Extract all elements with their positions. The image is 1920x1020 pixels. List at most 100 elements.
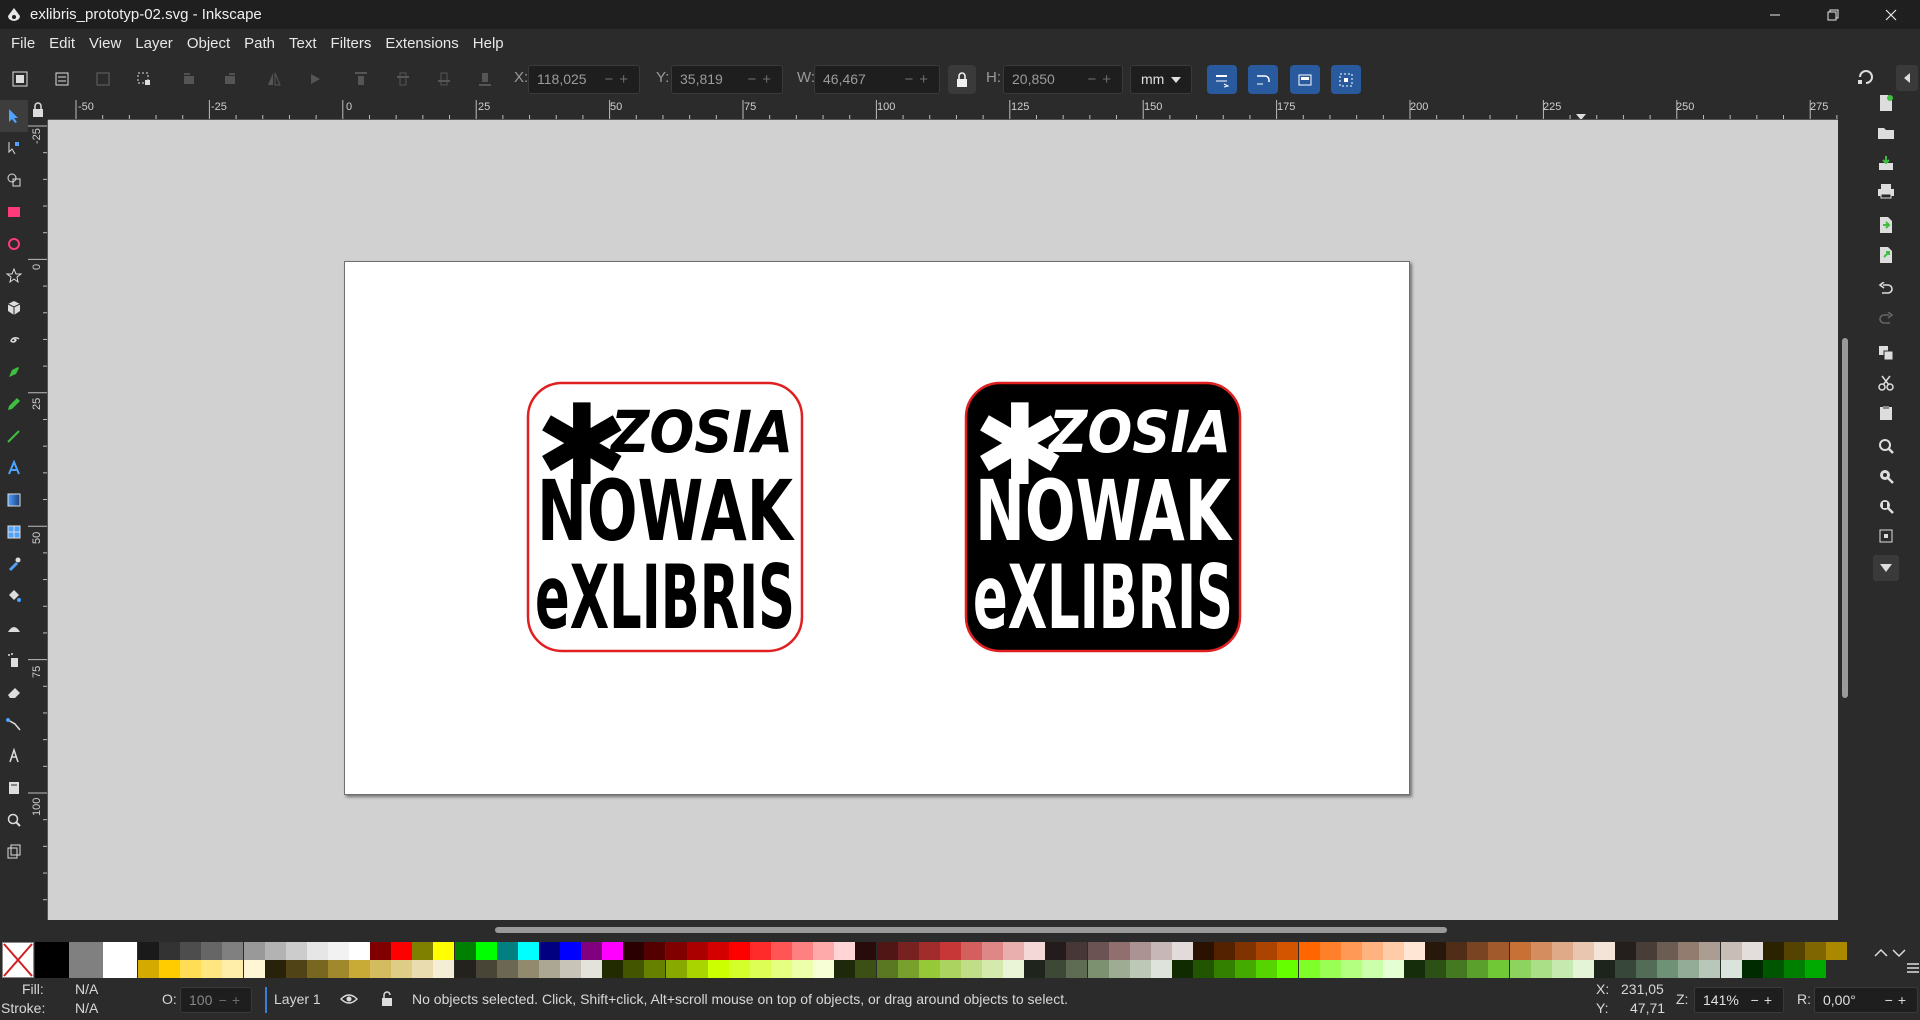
pages-tool[interactable]	[0, 772, 28, 804]
color-swatch[interactable]	[1593, 960, 1615, 978]
color-swatch[interactable]	[412, 942, 434, 960]
color-swatch[interactable]	[1720, 942, 1742, 960]
3d-box-tool[interactable]	[0, 292, 28, 324]
color-swatch[interactable]	[1762, 960, 1784, 978]
color-swatch[interactable]	[644, 942, 666, 960]
color-swatch[interactable]	[771, 942, 792, 960]
color-swatch[interactable]	[243, 960, 265, 978]
zoom-center-button[interactable]	[1874, 524, 1898, 548]
color-swatch[interactable]	[1509, 960, 1531, 978]
color-swatch[interactable]	[1509, 942, 1531, 960]
unit-select[interactable]: mm	[1130, 65, 1192, 94]
color-swatch[interactable]	[749, 960, 771, 978]
color-swatch[interactable]	[1657, 942, 1679, 960]
undo-button[interactable]	[1874, 277, 1898, 301]
color-swatch[interactable]	[1804, 960, 1826, 978]
color-swatch[interactable]	[1636, 942, 1658, 960]
color-swatch[interactable]	[1214, 960, 1236, 978]
color-swatch[interactable]	[222, 942, 244, 960]
commands-overflow-handle[interactable]	[1912, 92, 1918, 116]
document-page[interactable]: ✱ ZOSIA NOWAK eXLIBRIS ✱ ZOSIA NOWAK eXL…	[344, 261, 1410, 795]
color-swatch[interactable]	[1530, 960, 1552, 978]
color-swatch[interactable]	[1087, 942, 1109, 960]
swatch-black[interactable]	[35, 942, 69, 978]
color-swatch[interactable]	[1298, 942, 1320, 960]
zoom-stepper[interactable]: −+	[1751, 988, 1777, 1012]
color-swatch[interactable]	[1636, 960, 1658, 978]
exlibris-logo-positive[interactable]: ✱ ZOSIA NOWAK eXLIBRIS	[525, 380, 807, 656]
color-swatch[interactable]	[982, 942, 1003, 960]
fill-indicator[interactable]: N/A	[75, 981, 98, 997]
select-all-button[interactable]	[7, 66, 33, 92]
color-swatch[interactable]	[454, 942, 476, 960]
color-swatch[interactable]	[1446, 960, 1468, 978]
color-swatch[interactable]	[581, 942, 603, 960]
lower-to-bottom-button[interactable]	[472, 66, 498, 92]
color-swatch[interactable]	[370, 942, 392, 960]
menu-object[interactable]: Object	[180, 29, 237, 59]
color-swatch[interactable]	[138, 942, 159, 960]
pen-tool[interactable]	[0, 356, 28, 388]
color-swatch[interactable]	[1404, 960, 1425, 978]
y-field[interactable]: 35,819 −+	[671, 65, 783, 94]
rectangle-tool[interactable]	[0, 196, 28, 228]
menu-layer[interactable]: Layer	[128, 29, 180, 59]
color-swatch[interactable]	[960, 942, 982, 960]
color-swatch[interactable]	[1382, 942, 1404, 960]
snap-toggle[interactable]	[1854, 65, 1878, 89]
x-stepper[interactable]: −+	[604, 66, 634, 93]
color-swatch[interactable]	[201, 942, 223, 960]
rotate-ccw-button[interactable]	[176, 66, 202, 92]
snap-popover-button[interactable]	[1896, 65, 1918, 91]
hamburger-menu-icon[interactable]	[1906, 962, 1920, 974]
color-swatch[interactable]	[1129, 960, 1151, 978]
color-swatch[interactable]	[1783, 942, 1805, 960]
color-swatch[interactable]	[1425, 942, 1447, 960]
h-field[interactable]: 20,850 −+	[1003, 65, 1123, 94]
color-swatch[interactable]	[1298, 960, 1320, 978]
color-swatch[interactable]	[813, 942, 835, 960]
paint-bucket-tool[interactable]	[0, 580, 28, 612]
color-swatch[interactable]	[1193, 942, 1214, 960]
color-swatch[interactable]	[834, 960, 856, 978]
horizontal-scroll-thumb[interactable]	[495, 927, 1447, 933]
color-swatch[interactable]	[1404, 942, 1425, 960]
color-swatch[interactable]	[918, 960, 940, 978]
color-swatch[interactable]	[960, 960, 982, 978]
current-layer[interactable]: Layer 1	[274, 991, 321, 1007]
scale-stroke-button[interactable]	[1207, 65, 1237, 94]
transform-gradients-button[interactable]	[1290, 65, 1320, 94]
color-swatch[interactable]	[159, 942, 181, 960]
unlock-icon[interactable]	[380, 991, 394, 1007]
color-swatch[interactable]	[1108, 942, 1130, 960]
gradient-tool[interactable]	[0, 484, 28, 516]
color-swatch[interactable]	[686, 942, 708, 960]
color-swatch[interactable]	[1129, 942, 1151, 960]
lock-proportions-button[interactable]	[948, 65, 976, 94]
color-swatch[interactable]	[665, 942, 687, 960]
color-swatch[interactable]	[1741, 942, 1763, 960]
color-swatch[interactable]	[1003, 960, 1025, 978]
node-tool[interactable]	[0, 132, 28, 164]
color-swatch[interactable]	[1045, 960, 1067, 978]
color-swatch[interactable]	[180, 942, 202, 960]
color-swatch[interactable]	[939, 960, 961, 978]
color-swatch[interactable]	[1214, 942, 1236, 960]
color-swatch[interactable]	[1530, 942, 1552, 960]
color-swatch[interactable]	[306, 960, 328, 978]
rotation-stepper[interactable]: −+	[1885, 988, 1911, 1012]
new-document-button[interactable]	[1874, 91, 1898, 115]
vertical-scrollbar[interactable]	[1838, 120, 1852, 920]
color-swatch[interactable]	[918, 942, 940, 960]
color-swatch[interactable]	[1762, 942, 1784, 960]
color-swatch[interactable]	[159, 960, 181, 978]
color-swatch[interactable]	[327, 942, 349, 960]
color-swatch[interactable]	[707, 942, 729, 960]
eraser-tool[interactable]	[0, 676, 28, 708]
color-swatch[interactable]	[897, 942, 919, 960]
open-button[interactable]	[1874, 121, 1898, 145]
color-swatch[interactable]	[623, 942, 645, 960]
color-swatch[interactable]	[1551, 942, 1573, 960]
color-swatch[interactable]	[1657, 960, 1679, 978]
color-swatch[interactable]	[1235, 960, 1257, 978]
